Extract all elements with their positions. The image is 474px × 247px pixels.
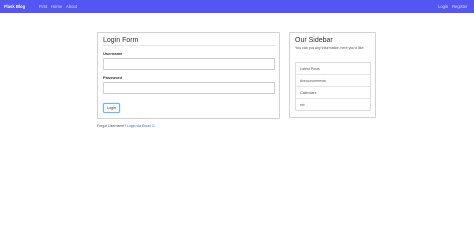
- username-label: Username: [103, 51, 123, 56]
- login-button[interactable]: Login: [103, 103, 120, 113]
- password-input[interactable]: [103, 82, 275, 94]
- sidebar-card: Our Sidebar You can put any information …: [289, 32, 376, 118]
- sidebar-description: You can put any information here you'd l…: [295, 46, 365, 50]
- username-input[interactable]: [103, 58, 275, 70]
- sidebar-list: Latest Posts Announcements Calendars etc: [295, 62, 371, 111]
- password-label: Password: [103, 75, 122, 80]
- brand-link[interactable]: Flask Blog: [4, 0, 25, 13]
- nav-link-login[interactable]: Login: [438, 0, 448, 13]
- nav-link-about[interactable]: About: [66, 0, 77, 13]
- login-form-card: Login Form Username Password Login: [97, 32, 280, 119]
- sidebar-item-etc[interactable]: etc: [296, 99, 370, 111]
- forgot-username-text: Forgot Username?: [97, 124, 127, 128]
- nav-link-first[interactable]: First: [39, 0, 47, 13]
- sidebar-item-latest-posts[interactable]: Latest Posts: [296, 63, 370, 75]
- sidebar-item-announcements[interactable]: Announcements: [296, 75, 370, 87]
- sidebar-title: Our Sidebar: [295, 37, 333, 44]
- top-navbar: Flask Blog First Home About Login Regist…: [0, 0, 474, 13]
- sidebar-item-calendars[interactable]: Calendars: [296, 87, 370, 99]
- login-form-title: Login Form: [103, 37, 139, 44]
- nav-link-home[interactable]: Home: [51, 0, 62, 13]
- title-divider: [103, 45, 275, 46]
- login-via-email-link[interactable]: Login via Email ☑: [127, 124, 155, 129]
- nav-link-register[interactable]: Register: [452, 0, 468, 13]
